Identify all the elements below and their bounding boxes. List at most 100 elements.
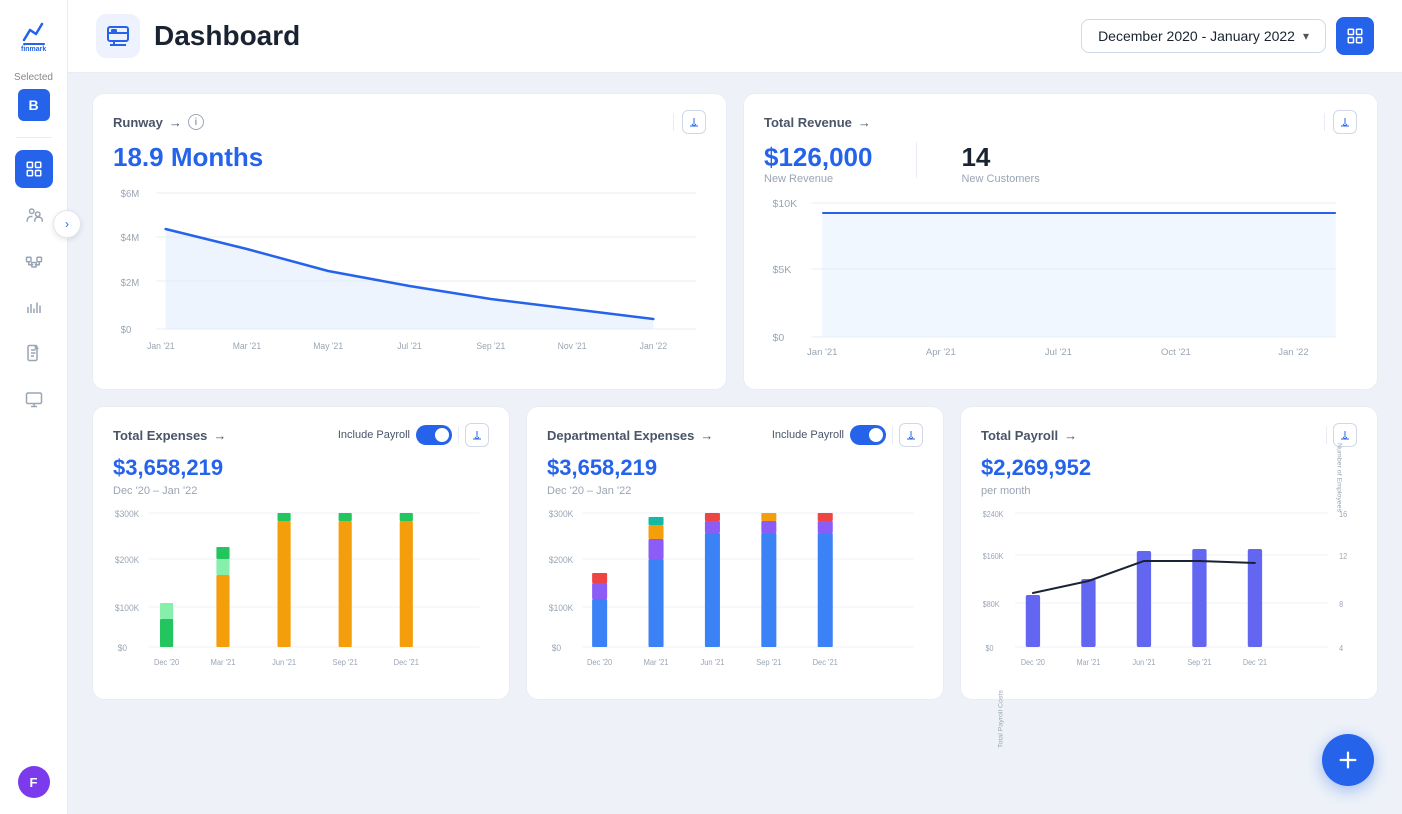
svg-text:Sep '21: Sep '21 [1187, 658, 1211, 667]
svg-text:Total Payroll Costs: Total Payroll Costs [998, 689, 1005, 748]
svg-text:Number of Employees: Number of Employees [1335, 443, 1342, 513]
svg-text:Jan '22: Jan '22 [1278, 347, 1308, 357]
total-revenue-card: Total Revenue → $126,000 [743, 93, 1378, 390]
runway-divider [673, 113, 674, 131]
revenue-card-header: Total Revenue → [764, 110, 1357, 134]
svg-text:Dec '20: Dec '20 [587, 658, 612, 667]
expenses-card-header: Total Expenses → Include Payroll [113, 423, 489, 447]
date-range-text: December 2020 - January 2022 [1098, 28, 1295, 44]
departmental-expenses-card: Departmental Expenses → Include Payroll [526, 406, 944, 700]
expenses-card-title: Total Expenses → [113, 428, 226, 443]
dept-divider [892, 426, 893, 444]
sidebar: finmark Selected B [0, 0, 68, 814]
svg-text:$160K: $160K [983, 552, 1004, 561]
svg-text:$80K: $80K [983, 600, 1000, 609]
sidebar-divider [16, 137, 52, 138]
expenses-date-range: Dec '20 – Jan '22 [113, 485, 489, 497]
fab-button[interactable] [1322, 734, 1374, 786]
svg-text:$0: $0 [118, 643, 128, 653]
grid-toggle-button[interactable] [1336, 17, 1374, 55]
revenue-arrow-icon: → [858, 115, 871, 130]
svg-text:$200K: $200K [549, 555, 574, 565]
new-revenue-label: New Revenue [764, 173, 872, 185]
svg-text:$10K: $10K [772, 199, 797, 210]
expenses-arrow-icon: → [213, 428, 226, 443]
runway-chart: $6M $4M $2M $0 Jan '21 [113, 181, 706, 361]
sidebar-item-display[interactable] [15, 380, 53, 418]
svg-text:Nov '21: Nov '21 [558, 341, 587, 351]
payroll-chart: $240K $160K $80K $0 16 12 8 4 [981, 503, 1357, 683]
svg-text:$0: $0 [772, 333, 784, 344]
svg-text:Jun '21: Jun '21 [1133, 658, 1156, 667]
bottom-cards-row: Total Expenses → Include Payroll [92, 406, 1378, 700]
app-logo: finmark [16, 16, 52, 52]
svg-text:Jan '21: Jan '21 [807, 347, 837, 357]
expenses-value: $3,658,219 [113, 455, 489, 481]
revenue-divider [1324, 113, 1325, 131]
svg-text:Mar '21: Mar '21 [211, 658, 236, 667]
sidebar-item-dashboard[interactable] [15, 150, 53, 188]
dept-payroll-row: Include Payroll [772, 425, 886, 445]
expenses-download-button[interactable] [465, 423, 489, 447]
sidebar-badge[interactable]: B [18, 89, 50, 121]
runway-info-icon[interactable]: i [188, 114, 204, 130]
payroll-divider [1326, 426, 1327, 444]
svg-text:May '21: May '21 [313, 341, 343, 351]
expenses-payroll-toggle[interactable] [416, 425, 452, 445]
svg-text:$300K: $300K [115, 509, 140, 519]
svg-text:Jul '21: Jul '21 [397, 341, 422, 351]
sidebar-expand-button[interactable]: › [53, 210, 81, 238]
svg-text:Dec '20: Dec '20 [1021, 658, 1045, 667]
svg-text:$100K: $100K [115, 603, 140, 613]
top-cards-row: Runway → i 18.9 Months [92, 93, 1378, 390]
sidebar-item-charts[interactable] [15, 288, 53, 326]
runway-download-button[interactable] [682, 110, 706, 134]
svg-text:$4M: $4M [121, 233, 140, 244]
sidebar-item-reports[interactable] [15, 334, 53, 372]
runway-card-header: Runway → i [113, 110, 706, 134]
svg-text:Dec '21: Dec '21 [813, 658, 838, 667]
sidebar-item-team[interactable] [15, 196, 53, 234]
svg-text:$0: $0 [985, 644, 993, 653]
svg-text:$240K: $240K [983, 510, 1004, 519]
svg-text:Mar '21: Mar '21 [233, 341, 262, 351]
chevron-down-icon: ▾ [1303, 29, 1309, 43]
new-customers-value: 14 [961, 142, 1039, 173]
date-range-button[interactable]: December 2020 - January 2022 ▾ [1081, 19, 1326, 53]
dept-payroll-toggle[interactable] [850, 425, 886, 445]
svg-text:Sep '21: Sep '21 [756, 658, 781, 667]
total-payroll-card: Total Payroll → $2,269,952 per month [960, 406, 1378, 700]
revenue-card-title: Total Revenue → [764, 115, 871, 130]
svg-text:Jan '22: Jan '22 [640, 341, 668, 351]
svg-text:8: 8 [1339, 600, 1343, 609]
payroll-card-title: Total Payroll → [981, 428, 1077, 443]
svg-text:Jun '21: Jun '21 [700, 658, 724, 667]
runway-card-actions [673, 110, 706, 134]
svg-text:Sep '21: Sep '21 [476, 341, 505, 351]
svg-text:4: 4 [1339, 644, 1343, 653]
svg-text:$0: $0 [121, 325, 132, 336]
dept-expenses-chart: $300K $200K $100K $0 [547, 503, 923, 683]
revenue-chart: $10K $5K $0 Jan '21 Apr '21 Jul '21 O [764, 193, 1357, 373]
payroll-value: $2,269,952 [981, 455, 1357, 481]
expenses-payroll-row: Include Payroll [338, 425, 452, 445]
svg-text:Jul '21: Jul '21 [1045, 347, 1072, 357]
dept-expenses-date-range: Dec '20 – Jan '22 [547, 485, 923, 497]
svg-text:$100K: $100K [549, 603, 574, 613]
payroll-per-label: per month [981, 485, 1357, 497]
svg-text:$0: $0 [552, 643, 562, 653]
svg-text:$6M: $6M [121, 189, 140, 200]
revenue-download-button[interactable] [1333, 110, 1357, 134]
main-content: Dashboard December 2020 - January 2022 ▾… [68, 0, 1402, 814]
runway-card: Runway → i 18.9 Months [92, 93, 727, 390]
sidebar-item-integrations[interactable] [15, 242, 53, 280]
svg-text:Mar '21: Mar '21 [644, 658, 669, 667]
revenue-metrics-row: $126,000 New Revenue 14 New Customers [764, 142, 1357, 185]
svg-text:Oct '21: Oct '21 [1161, 347, 1191, 357]
new-customers-metric: 14 New Customers [961, 142, 1039, 185]
dept-download-button[interactable] [899, 423, 923, 447]
svg-text:Jan '21: Jan '21 [147, 341, 175, 351]
svg-text:$300K: $300K [549, 509, 574, 519]
avatar[interactable]: F [18, 766, 50, 798]
svg-text:Sep '21: Sep '21 [333, 658, 358, 667]
